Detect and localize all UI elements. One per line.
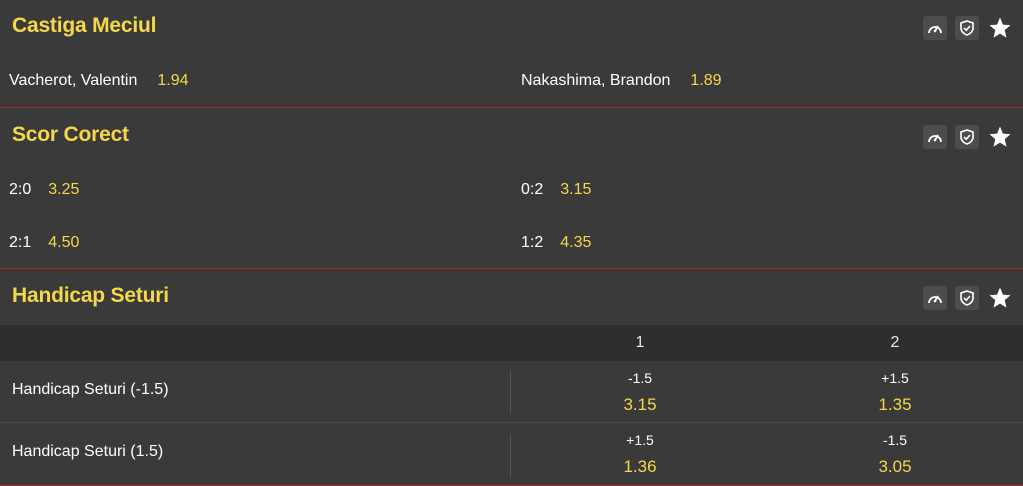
market-separator — [0, 268, 1023, 269]
handicap-row: Handicap Seturi (1.5) +1.5 1.36 -1.5 3.0… — [0, 423, 1023, 485]
market-actions — [923, 285, 1013, 311]
handicap-odd-cell[interactable]: -1.5 3.15 — [510, 361, 770, 423]
selection-name: 2:0 — [9, 181, 32, 198]
handicap-line: -1.5 — [627, 370, 653, 386]
selection-name: Vacherot, Valentin — [9, 72, 138, 89]
selection-name: Nakashima, Brandon — [521, 72, 671, 89]
column-label-2: 2 — [890, 334, 900, 351]
handicap-line: +1.5 — [881, 370, 909, 386]
speedometer-icon[interactable] — [923, 286, 947, 310]
handicap-odd-cell[interactable]: +1.5 1.35 — [765, 361, 1023, 423]
selection-odd: 1.89 — [690, 72, 722, 89]
markets-panel: Castiga Meciul Vacherot, Valentin 1.94 N… — [0, 0, 1023, 486]
selection-nakashima[interactable]: Nakashima, Brandon 1.89 — [521, 66, 722, 96]
selection-name: 0:2 — [521, 181, 544, 198]
selection-score-2-1[interactable]: 2:1 4.50 — [9, 228, 79, 258]
handicap-row: Handicap Seturi (-1.5) -1.5 3.15 +1.5 1.… — [0, 361, 1023, 423]
selection-score-0-2[interactable]: 0:2 3.15 — [521, 175, 591, 205]
shield-check-icon[interactable] — [955, 286, 979, 310]
handicap-row-label: Handicap Seturi (1.5) — [12, 443, 164, 460]
selection-odd: 3.15 — [560, 181, 592, 198]
column-label-1: 1 — [635, 334, 645, 351]
handicap-row-label: Handicap Seturi (-1.5) — [12, 381, 169, 398]
handicap-odd-cell[interactable]: -1.5 3.05 — [765, 423, 1023, 485]
handicap-odd: 1.35 — [878, 395, 912, 414]
selection-score-2-0[interactable]: 2:0 3.25 — [9, 175, 79, 205]
selection-odd: 4.35 — [560, 234, 592, 251]
selection-odd: 4.50 — [48, 234, 80, 251]
handicap-odd-cell[interactable]: +1.5 1.36 — [510, 423, 770, 485]
star-icon[interactable] — [987, 124, 1013, 150]
shield-check-icon[interactable] — [955, 16, 979, 40]
handicap-line: -1.5 — [882, 432, 908, 448]
speedometer-icon[interactable] — [923, 125, 947, 149]
market-title: Castiga Meciul — [12, 14, 157, 37]
selection-name: 1:2 — [521, 234, 544, 251]
market-actions — [923, 15, 1013, 41]
shield-check-icon[interactable] — [955, 125, 979, 149]
handicap-odd: 1.36 — [623, 457, 657, 476]
selection-vacherot[interactable]: Vacherot, Valentin 1.94 — [9, 66, 189, 96]
speedometer-icon[interactable] — [923, 16, 947, 40]
market-actions — [923, 124, 1013, 150]
market-separator — [0, 107, 1023, 108]
market-title: Handicap Seturi — [12, 284, 169, 307]
selection-score-1-2[interactable]: 1:2 4.35 — [521, 228, 591, 258]
star-icon[interactable] — [987, 15, 1013, 41]
handicap-odd: 3.05 — [878, 457, 912, 476]
handicap-column-header: 1 2 — [0, 325, 1023, 361]
selection-name: 2:1 — [9, 234, 32, 251]
star-icon[interactable] — [987, 285, 1013, 311]
handicap-line: +1.5 — [626, 432, 654, 448]
market-header-castiga-meciul: Castiga Meciul — [0, 0, 1023, 54]
selection-odd: 3.25 — [48, 181, 80, 198]
market-header-handicap-seturi: Handicap Seturi — [0, 270, 1023, 324]
market-title: Scor Corect — [12, 123, 129, 146]
handicap-odd: 3.15 — [623, 395, 657, 414]
market-header-scor-corect: Scor Corect — [0, 109, 1023, 163]
selection-odd: 1.94 — [157, 72, 189, 89]
